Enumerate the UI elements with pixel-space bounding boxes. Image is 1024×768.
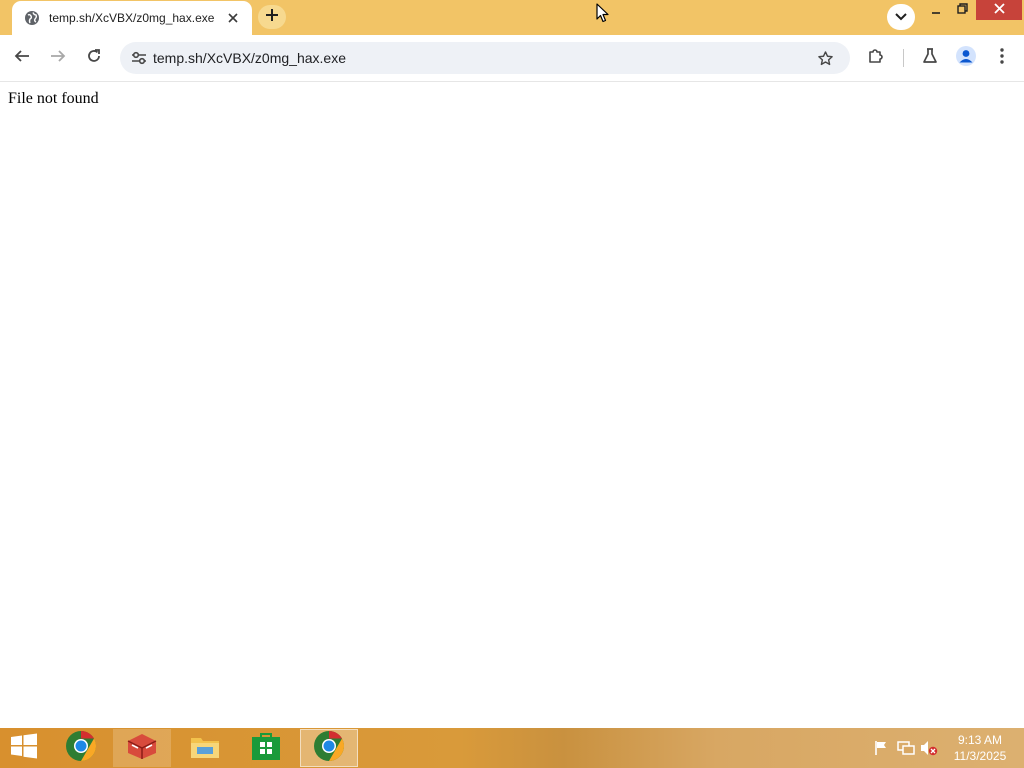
flask-icon (922, 47, 938, 69)
windows-logo-icon (10, 733, 38, 764)
reload-button[interactable] (80, 44, 108, 72)
taskbar-store-button[interactable] (237, 729, 295, 767)
taskbar: 9:13 AM 11/3/2025 (0, 728, 1024, 768)
arrow-right-icon (50, 48, 66, 69)
tune-icon[interactable] (126, 45, 152, 71)
reload-icon (86, 48, 102, 69)
new-tab-button[interactable] (258, 5, 286, 29)
taskbar-explorer-button[interactable] (176, 729, 234, 767)
clock-date: 11/3/2025 (953, 749, 1007, 763)
browser-title-bar: temp.sh/XcVBX/z0mg_hax.exe (0, 0, 1024, 35)
menu-button[interactable] (988, 44, 1016, 72)
taskbar-chrome-button[interactable] (52, 729, 110, 767)
clock-time: 9:13 AM (957, 733, 1003, 747)
person-icon (956, 45, 976, 71)
restore-button[interactable] (950, 0, 974, 20)
action-center-flag-icon[interactable] (872, 740, 890, 756)
forward-button[interactable] (44, 44, 72, 72)
minimize-icon (931, 1, 941, 19)
arrow-left-icon (14, 48, 30, 69)
chevron-down-icon (895, 8, 907, 26)
taskbar-toolbox-button[interactable] (113, 729, 171, 767)
toolbar-divider (903, 49, 904, 67)
close-icon (993, 1, 1005, 19)
store-icon (251, 731, 281, 766)
mouse-cursor-icon (596, 3, 610, 23)
labs-button[interactable] (916, 44, 944, 72)
puzzle-icon (867, 47, 885, 70)
address-bar[interactable]: temp.sh/XcVBX/z0mg_hax.exe (120, 42, 850, 74)
browser-toolbar: temp.sh/XcVBX/z0mg_hax.exe (0, 35, 1024, 82)
chrome-icon (313, 730, 345, 767)
address-url[interactable]: temp.sh/XcVBX/z0mg_hax.exe (153, 42, 346, 74)
tab-active[interactable]: temp.sh/XcVBX/z0mg_hax.exe (12, 1, 252, 35)
toolbox-icon (125, 731, 159, 766)
network-icon[interactable] (897, 740, 915, 756)
taskbar-clock[interactable]: 9:13 AM 11/3/2025 (944, 732, 1016, 764)
start-button[interactable] (6, 732, 42, 764)
plus-icon (265, 8, 279, 27)
chrome-icon (65, 730, 97, 767)
tab-search-button[interactable] (887, 4, 915, 30)
error-message: File not found (8, 90, 99, 107)
extensions-button[interactable] (862, 44, 890, 72)
page-content: File not found (0, 82, 1024, 728)
profile-button[interactable] (952, 44, 980, 72)
kebab-menu-icon (1000, 47, 1004, 69)
back-button[interactable] (8, 44, 36, 72)
star-icon[interactable] (812, 45, 838, 71)
restore-icon (956, 1, 968, 19)
tab-title: temp.sh/XcVBX/z0mg_hax.exe (49, 11, 215, 25)
tab-close-icon[interactable] (224, 9, 242, 27)
taskbar-chrome-active-button[interactable] (300, 729, 358, 767)
close-window-button[interactable] (976, 0, 1022, 20)
file-explorer-icon (189, 732, 221, 765)
volume-muted-icon[interactable] (920, 740, 938, 756)
minimize-button[interactable] (922, 0, 950, 20)
globe-icon (24, 10, 40, 26)
